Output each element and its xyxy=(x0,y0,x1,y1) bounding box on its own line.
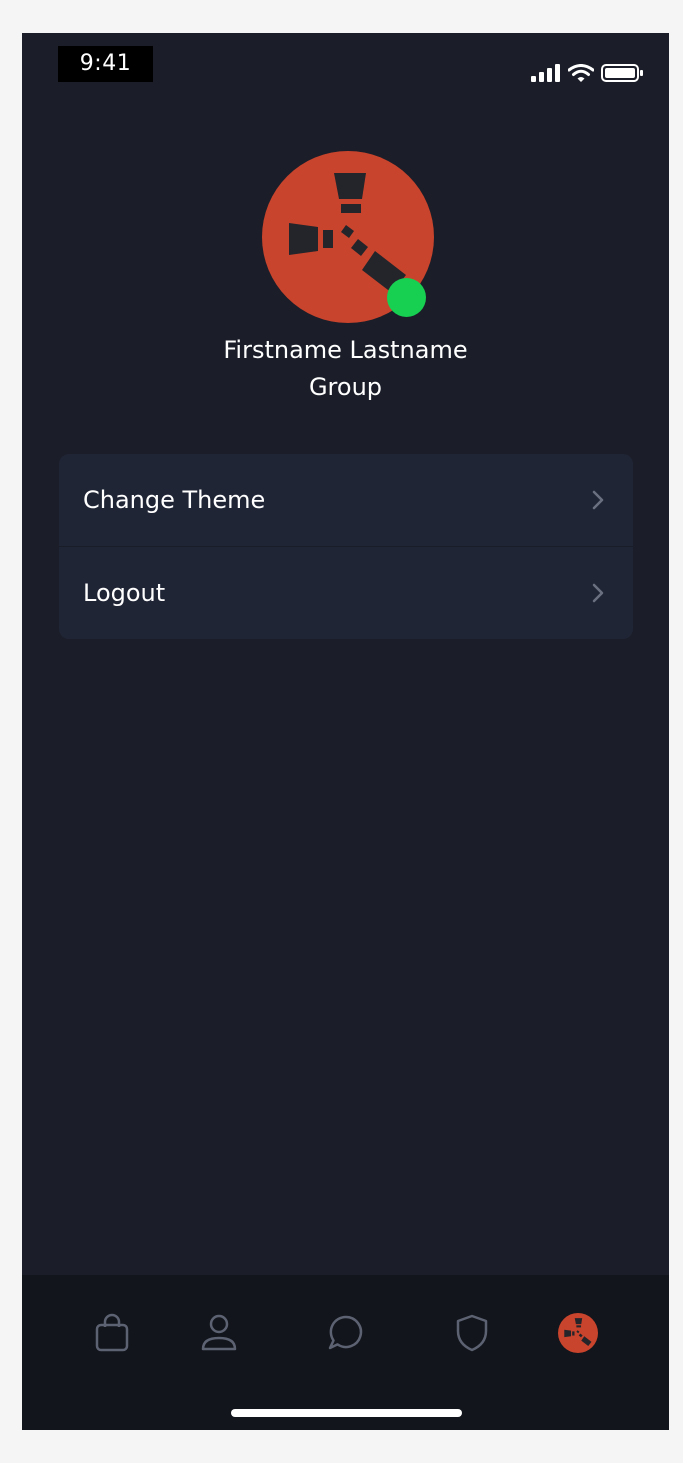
menu-item-logout[interactable]: Logout xyxy=(59,546,633,639)
tab-profile[interactable] xyxy=(197,1311,241,1355)
profile-group: Group xyxy=(308,373,383,401)
menu-item-change-theme[interactable]: Change Theme xyxy=(59,454,633,546)
shield-icon xyxy=(456,1314,488,1352)
home-indicator[interactable] xyxy=(231,1409,462,1417)
user-icon xyxy=(201,1314,237,1351)
battery-icon xyxy=(601,64,643,82)
tab-shop[interactable] xyxy=(90,1311,134,1355)
profile-name: Firstname Lastname xyxy=(223,336,468,364)
tab-rust[interactable] xyxy=(556,1311,600,1355)
profile-avatar[interactable] xyxy=(262,151,434,323)
wifi-icon xyxy=(568,63,594,82)
menu-item-label: Logout xyxy=(83,579,166,607)
tab-chat[interactable] xyxy=(324,1311,368,1355)
status-bar: 9:41 xyxy=(22,33,669,93)
status-time: 9:41 xyxy=(58,46,153,82)
online-status-indicator xyxy=(387,278,426,317)
status-icons xyxy=(531,61,643,85)
phone-screen: 9:41 Firstname Lastname Group Change The… xyxy=(22,33,669,1430)
chevron-right-icon xyxy=(592,490,604,510)
shopping-bag-icon xyxy=(95,1313,129,1352)
rust-logo-icon xyxy=(558,1313,598,1353)
chevron-right-icon xyxy=(592,583,604,603)
tab-bar xyxy=(22,1275,669,1430)
chat-bubble-icon xyxy=(328,1315,363,1350)
menu-item-label: Change Theme xyxy=(83,486,266,514)
tab-security[interactable] xyxy=(450,1311,494,1355)
cellular-signal-icon xyxy=(531,64,560,82)
settings-menu: Change Theme Logout xyxy=(59,454,633,639)
